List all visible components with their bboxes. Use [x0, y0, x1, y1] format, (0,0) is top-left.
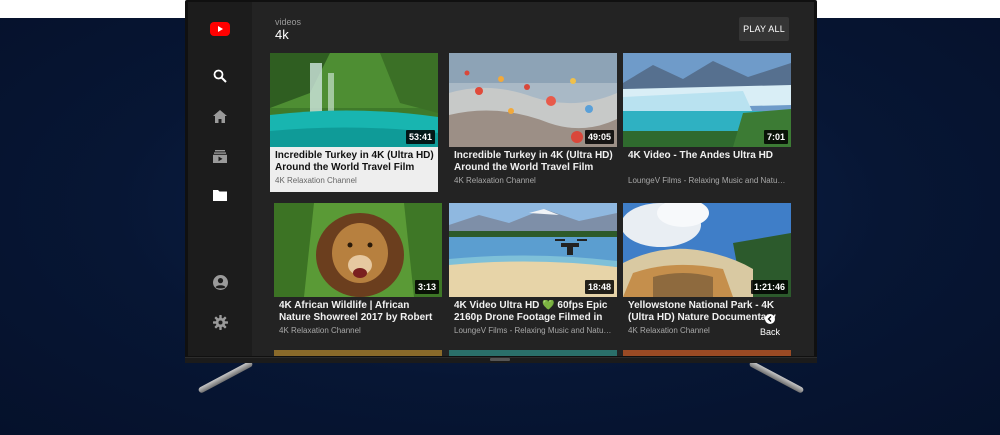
video-info: Incredible Turkey in 4K (Ultra HD) Aroun…	[270, 147, 438, 192]
search-icon[interactable]	[208, 64, 232, 88]
video-card-peek[interactable]	[449, 350, 617, 356]
video-card-peek[interactable]	[623, 350, 791, 356]
settings-gear-icon[interactable]	[208, 310, 232, 334]
library-folder-icon[interactable]	[208, 183, 232, 207]
video-info: 4K Video - The Andes Ultra HD LoungeV Fi…	[623, 147, 791, 192]
video-card[interactable]: 18:48 4K Video Ultra HD 💚 60fps Epic 216…	[449, 203, 617, 342]
tv-brand-logo	[490, 358, 510, 361]
video-thumbnail[interactable]: 18:48	[449, 203, 617, 297]
video-card[interactable]: 3:13 4K African Wildlife | African Natur…	[274, 203, 442, 342]
subscriptions-icon[interactable]	[208, 144, 232, 168]
breadcrumb: videos	[275, 17, 302, 27]
video-info: Incredible Turkey in 4K (Ultra HD) Aroun…	[449, 147, 617, 192]
video-duration: 18:48	[584, 280, 614, 294]
video-thumbnail[interactable]: 53:41	[270, 53, 438, 147]
video-duration: 53:41	[405, 130, 435, 144]
video-channel: LoungeV Films - Relaxing Music and Natur…	[628, 176, 787, 185]
video-channel: 4K Relaxation Channel	[454, 176, 536, 185]
video-thumbnail[interactable]: 49:05	[449, 53, 617, 147]
video-title: 4K Video - The Andes Ultra HD	[628, 150, 774, 161]
home-icon[interactable]	[208, 104, 232, 128]
video-duration: 1:21:46	[750, 280, 788, 294]
video-card[interactable]: 49:05 Incredible Turkey in 4K (Ultra HD)…	[449, 53, 617, 192]
back-arrow-icon	[765, 314, 775, 324]
video-thumbnail[interactable]: 1:21:46	[623, 203, 791, 297]
youtube-logo-icon[interactable]	[208, 17, 232, 41]
video-card[interactable]: 53:41 Incredible Turkey in 4K (Ultra HD)…	[270, 53, 438, 192]
video-card[interactable]: 7:01 4K Video - The Andes Ultra HD Loung…	[623, 53, 791, 192]
tv-screen: videos 4k PLAY ALL 53:41 Incredible Turk…	[188, 2, 814, 356]
video-channel: 4K Relaxation Channel	[275, 176, 357, 185]
video-info: 4K African Wildlife | African Nature Sho…	[274, 297, 442, 342]
video-title: 4K Video Ultra HD 💚 60fps Epic 2160p Dro…	[454, 300, 608, 323]
back-hint[interactable]: Back	[760, 314, 780, 337]
video-card-peek[interactable]	[274, 350, 442, 356]
video-thumbnail[interactable]: 7:01	[623, 53, 791, 147]
video-info: 4K Video Ultra HD 💚 60fps Epic 2160p Dro…	[449, 297, 617, 342]
sidebar	[188, 2, 252, 356]
video-title: Incredible Turkey in 4K (Ultra HD) Aroun…	[454, 150, 613, 173]
video-channel: 4K Relaxation Channel	[279, 326, 361, 335]
page-title: 4k	[275, 27, 289, 42]
video-thumbnail[interactable]: 3:13	[274, 203, 442, 297]
back-label: Back	[760, 327, 781, 337]
video-title: Incredible Turkey in 4K (Ultra HD) Aroun…	[275, 150, 434, 173]
play-all-button[interactable]: PLAY ALL	[739, 17, 789, 41]
video-duration: 49:05	[584, 130, 614, 144]
account-icon[interactable]	[208, 270, 232, 294]
video-duration: 3:13	[414, 280, 439, 294]
video-duration: 7:01	[763, 130, 788, 144]
video-title: 4K African Wildlife | African Nature Sho…	[279, 300, 433, 323]
video-channel: LoungeV Films - Relaxing Music and Natur…	[454, 326, 613, 335]
